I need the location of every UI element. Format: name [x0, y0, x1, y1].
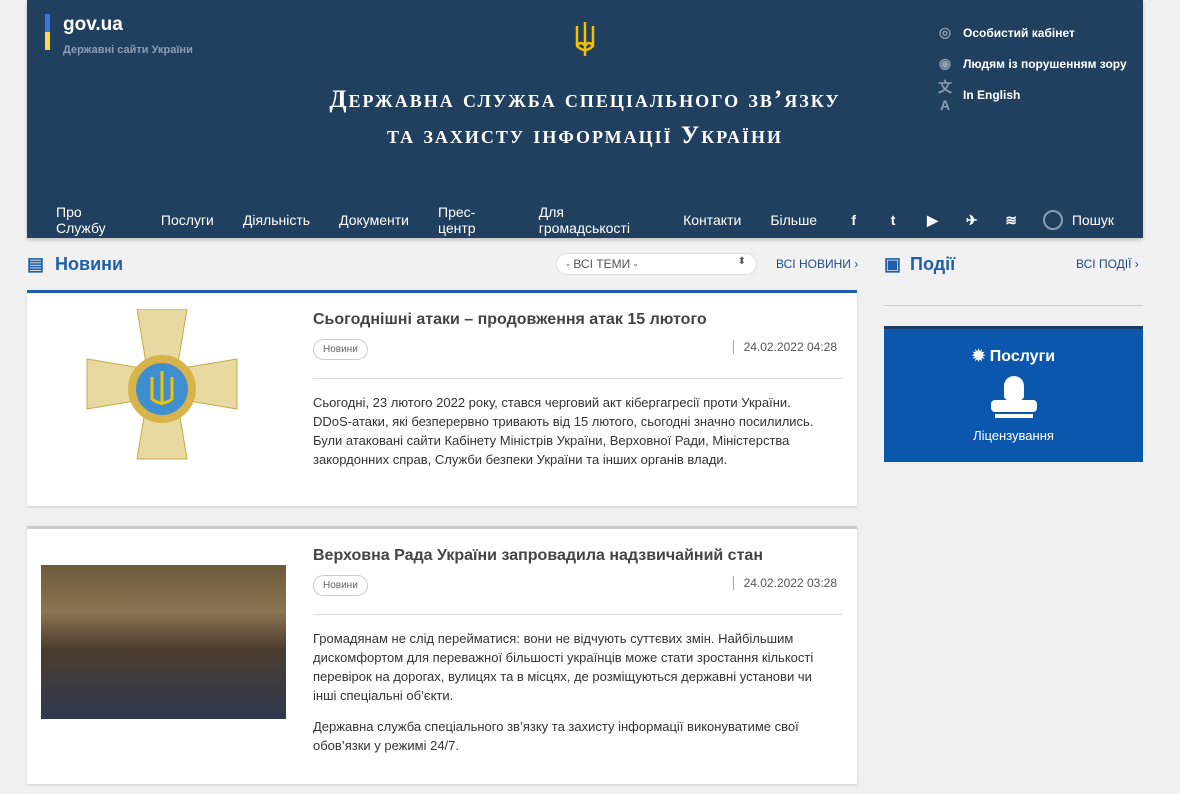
services-box: ✹ Послуги Ліцензування [884, 326, 1143, 462]
twitter-icon[interactable]: t [885, 212, 900, 228]
divider [313, 378, 843, 379]
licensing-link[interactable]: Ліцензування [884, 376, 1143, 443]
search-button[interactable]: Пошук [1042, 210, 1143, 230]
events-heading: ▣ Події [884, 254, 956, 274]
news-title[interactable]: Верховна Рада України запровадила надзви… [313, 547, 763, 565]
nav-about[interactable]: Про Службу [56, 204, 132, 236]
divider [884, 305, 1143, 306]
gear-icon: ✹ [971, 348, 990, 365]
trident-icon [575, 22, 595, 56]
news-tag[interactable]: Новини [313, 575, 368, 596]
nav-public[interactable]: Для громадськості [539, 204, 654, 236]
all-events-link[interactable]: ВСІ ПОДІЇ › [1076, 257, 1139, 271]
facebook-icon[interactable]: f [846, 212, 861, 228]
nav-services[interactable]: Послуги [161, 212, 214, 228]
select-arrows-icon: ⬍ [737, 256, 746, 267]
ssszi-emblem-image [86, 309, 238, 460]
nav-contacts[interactable]: Контакти [683, 212, 741, 228]
calendar-icon: ▣ [884, 254, 902, 274]
nav-press[interactable]: Прес-центр [438, 204, 510, 236]
news-card[interactable]: Верховна Рада України запровадила надзви… [27, 526, 857, 784]
all-news-link[interactable]: ВСІ НОВИНИ › [776, 257, 858, 271]
eye-icon: ◉ [938, 55, 952, 71]
telegram-icon[interactable]: ✈ [964, 212, 979, 229]
news-tag[interactable]: Новини [313, 339, 368, 360]
gov-subtitle: Державні сайти України [63, 44, 193, 56]
news-title[interactable]: Сьогоднішні атаки – продовження атак 15 … [313, 311, 707, 329]
parliament-photo [41, 565, 286, 719]
news-icon: ▤ [27, 254, 45, 274]
accessibility-link[interactable]: ◉ Людям із порушенням зору [935, 48, 1127, 79]
nav-documents[interactable]: Документи [339, 212, 409, 228]
youtube-icon[interactable]: ▶ [925, 212, 940, 229]
news-excerpt: Сьогодні, 23 лютого 2022 року, стався че… [313, 395, 814, 467]
topic-select[interactable]: - ВСІ ТЕМИ - ⬍ [556, 253, 757, 275]
stamp-icon [990, 376, 1037, 418]
flag-icon [45, 14, 50, 50]
news-card[interactable]: Сьогоднішні атаки – продовження атак 15 … [27, 290, 857, 506]
news-date: 24.02.2022 04:28 [732, 340, 837, 354]
english-link[interactable]: 文A In English [935, 78, 1127, 113]
news-heading: ▤ Новини [27, 254, 124, 274]
translate-icon: 文A [938, 78, 952, 113]
news-date: 24.02.2022 03:28 [732, 576, 837, 590]
user-circle-icon: ◎ [938, 24, 952, 40]
search-icon [1042, 210, 1063, 230]
services-heading: ✹ Послуги [971, 348, 1056, 365]
personal-cabinet-link[interactable]: ◎ Особистий кабінет [935, 17, 1127, 48]
rss-icon[interactable]: ≋ [1003, 212, 1018, 229]
main-nav: Про Службу Послуги Діяльність Документи … [56, 204, 1143, 236]
site-header: gov.ua Державні сайти України Державна сл… [27, 0, 1143, 238]
nav-activity[interactable]: Діяльність [243, 212, 310, 228]
gov-title: gov.ua [63, 14, 123, 35]
divider [313, 614, 843, 615]
gov-ua-logo[interactable]: gov.ua Державні сайти України [45, 14, 193, 56]
nav-more[interactable]: Більше [770, 212, 817, 228]
news-excerpt: Громадянам не слід перейматися: вони не … [313, 631, 814, 703]
news-excerpt: Державна служба спеціального зв’язку та … [313, 719, 799, 753]
